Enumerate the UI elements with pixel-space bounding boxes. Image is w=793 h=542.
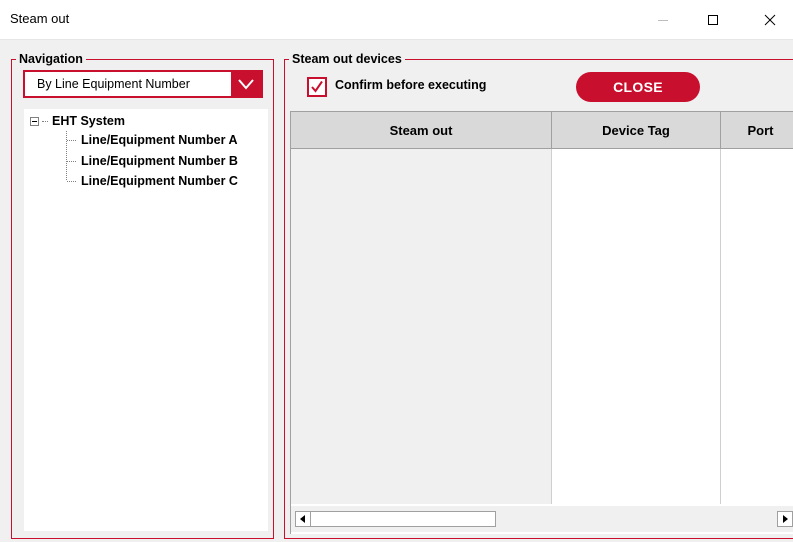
navigation-legend: Navigation [16,51,86,67]
column-header-steam-out[interactable]: Steam out [291,112,552,149]
scrollbar-thumb[interactable] [311,511,496,527]
minimize-icon [658,20,668,21]
maximize-button[interactable] [690,0,736,40]
devices-legend: Steam out devices [289,51,405,67]
scroll-left-button[interactable] [295,511,311,527]
close-button[interactable]: CLOSE [576,72,700,102]
dropdown-arrow-button[interactable] [231,72,261,96]
tree-connector [67,160,76,162]
devices-grid: Steam out Device Tag Port [290,111,793,534]
tree-item-label: Line/Equipment Number C [81,174,238,188]
confirm-checkbox-label[interactable]: Confirm before executing [335,78,486,92]
tree-item-line-equipment-a[interactable]: Line/Equipment Number A [67,133,238,147]
triangle-left-icon [300,515,305,523]
window-content: Navigation By Line Equipment Number EHT … [0,40,793,542]
title-bar: Steam out [0,0,793,40]
column-body-steam-out [291,149,552,504]
tree-item-label: Line/Equipment Number B [81,154,238,168]
column-body-device-tag [552,149,721,504]
tree-item-line-equipment-c[interactable]: Line/Equipment Number C [67,174,238,188]
tree-connector [42,120,48,122]
tree-connector [67,180,76,182]
column-header-device-tag[interactable]: Device Tag [552,112,721,149]
grid-header: Steam out Device Tag Port [291,112,793,149]
tree-root-label: EHT System [52,114,125,128]
checkmark-icon [311,80,323,93]
column-header-port[interactable]: Port [721,112,793,149]
navigation-group: Navigation By Line Equipment Number EHT … [11,51,274,539]
dropdown-selected-value: By Line Equipment Number [37,77,190,91]
tree-item-label: Line/Equipment Number A [81,133,238,147]
confirm-checkbox[interactable] [307,77,327,97]
chevron-down-icon [238,79,254,90]
minimize-button[interactable] [640,0,686,40]
tree-connector [67,139,76,141]
window-title: Steam out [10,11,70,26]
tree-item-line-equipment-b[interactable]: Line/Equipment Number B [67,154,238,168]
close-icon [764,14,776,26]
navigation-mode-dropdown[interactable]: By Line Equipment Number [23,70,263,98]
steam-out-devices-group: Steam out devices Confirm before executi… [284,51,793,539]
scroll-right-button[interactable] [777,511,793,527]
triangle-right-icon [783,515,788,523]
column-body-port [721,149,793,504]
maximize-icon [708,15,718,25]
collapse-icon[interactable] [30,116,39,126]
horizontal-scrollbar[interactable] [291,506,793,532]
close-window-button[interactable] [747,0,793,40]
navigation-tree: EHT System Line/Equipment Number A Line/… [24,109,268,531]
tree-root[interactable]: EHT System [30,114,125,128]
